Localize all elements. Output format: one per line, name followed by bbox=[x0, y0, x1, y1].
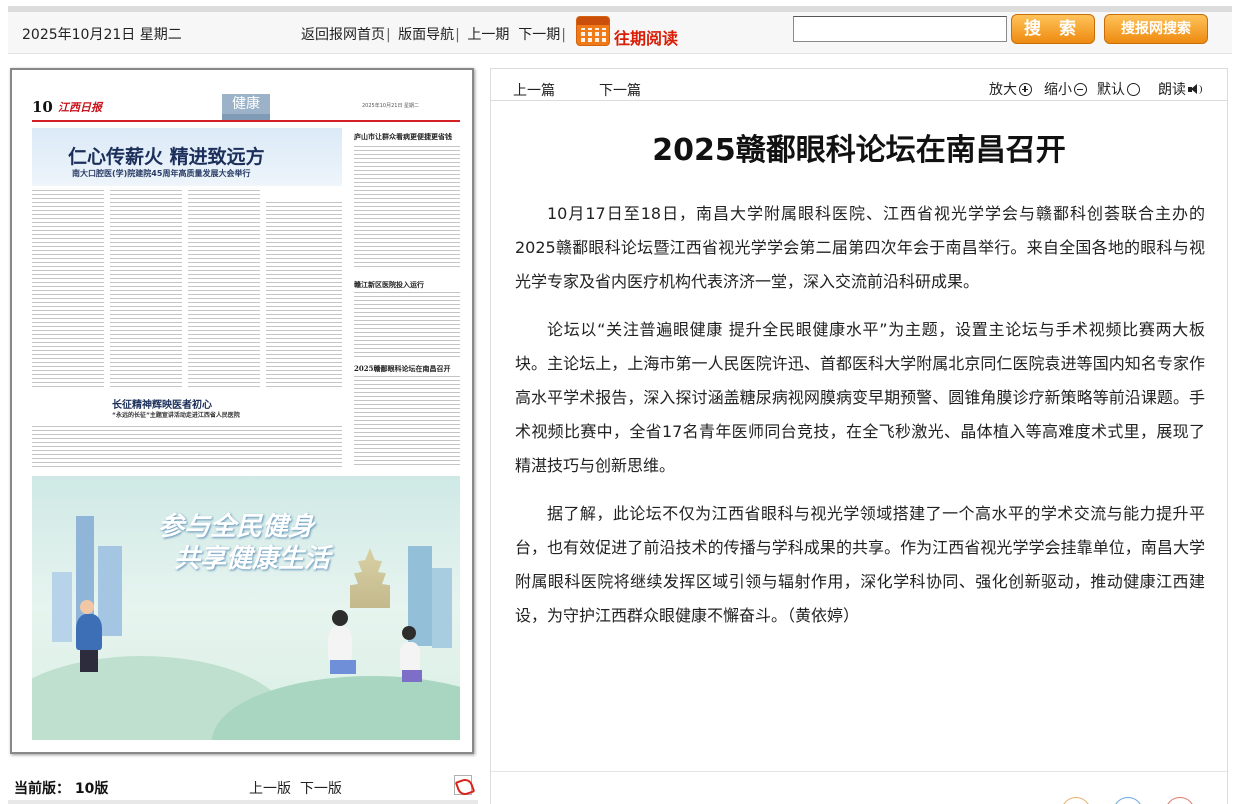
nav-separator: | bbox=[386, 27, 391, 43]
text-column bbox=[110, 190, 182, 390]
newspaper-page: 10 江西日报 健康 2025年10月21日 星期二 仁心传薪火 精进致远方 南… bbox=[32, 80, 460, 740]
pagoda-illustration bbox=[350, 548, 390, 608]
share-icon[interactable] bbox=[1113, 797, 1143, 804]
article-paragraph: 论坛以“关注普遍眼健康 提升全民眼健康水平”为主题，设置主论坛与手术视频比赛两大… bbox=[515, 320, 1205, 475]
circle-icon bbox=[1127, 83, 1140, 96]
zoom-in-label: 放大 bbox=[989, 82, 1017, 98]
default-size-button[interactable]: 默认 bbox=[1097, 79, 1140, 99]
site-search-button[interactable]: 搜报网搜索 bbox=[1104, 14, 1208, 44]
archive-link[interactable]: 往期阅读 bbox=[614, 25, 678, 49]
second-headline[interactable]: 长征精神辉映医者初心 bbox=[112, 396, 212, 411]
article-footer-rule bbox=[491, 771, 1227, 772]
lead-story-header[interactable]: 仁心传薪火 精进致远方 南大口腔医(学)院建院45周年高质量发展大会举行 bbox=[32, 128, 342, 186]
page-nav-link[interactable]: 版面导航 bbox=[398, 27, 454, 43]
prev-article-link[interactable]: 上一篇 bbox=[513, 80, 555, 100]
current-edition-label: 当前版： bbox=[14, 781, 70, 797]
text-column bbox=[354, 146, 460, 270]
section-label: 健康 bbox=[222, 94, 270, 120]
prev-issue-link[interactable]: 上一期 bbox=[467, 27, 509, 43]
ad-slogan-line-2: 共享健康生活 bbox=[174, 544, 331, 574]
newspaper-page-image[interactable]: 10 江西日报 健康 2025年10月21日 星期二 仁心传薪火 精进致远方 南… bbox=[10, 68, 474, 754]
speaker-icon bbox=[1188, 83, 1202, 96]
zoom-in-button[interactable]: 放大 bbox=[989, 79, 1032, 99]
calendar-icon[interactable] bbox=[576, 16, 610, 46]
side-headline[interactable]: 2025赣鄱眼科论坛在南昌召开 bbox=[354, 364, 450, 374]
plus-circle-icon bbox=[1019, 83, 1032, 96]
zoom-out-label: 缩小 bbox=[1044, 82, 1072, 98]
issue-nav: 返回报网首页| 版面导航| 上一期 下一期| bbox=[301, 24, 569, 44]
article-title: 2025赣鄱眼科论坛在南昌召开 bbox=[652, 133, 1066, 168]
bottom-rule bbox=[8, 800, 478, 804]
search-input[interactable] bbox=[793, 16, 1007, 42]
article-body: 10月17日至18日，南昌大学附属眼科医院、江西省视光学学会与赣鄱科创荟联合主办… bbox=[515, 197, 1205, 647]
second-subheadline: “永远的长征”主题宣讲活动走进江西省人民医院 bbox=[112, 412, 240, 419]
share-icon[interactable] bbox=[1165, 797, 1195, 804]
issue-date: 2025年10月21日 星期二 bbox=[22, 27, 182, 43]
article-paragraph: 据了解，此论坛不仅为江西省眼科与视光学领域搭建了一个高水平的学术交流与能力提升平… bbox=[515, 504, 1205, 625]
newspaper-logo: 江西日报 bbox=[58, 101, 102, 114]
read-aloud-button[interactable]: 朗读 bbox=[1158, 79, 1202, 99]
masthead-rule bbox=[32, 120, 460, 122]
article-panel: 上一篇 下一篇 放大 缩小 默认 朗读 2025赣鄱眼科论坛在南昌召开 10月1… bbox=[490, 68, 1228, 804]
edition-nav: 上一版 下一版 bbox=[249, 778, 342, 798]
side-headline[interactable]: 赣江新区医院投入运行 bbox=[354, 280, 424, 290]
current-edition: 当前版： 10版 bbox=[14, 778, 108, 798]
text-column bbox=[266, 202, 342, 390]
pdf-icon[interactable] bbox=[454, 775, 472, 795]
top-bar: 2025年10月21日 星期二 返回报网首页| 版面导航| 上一期 下一期| 往… bbox=[8, 12, 1232, 54]
lead-headline: 仁心传薪火 精进致远方 bbox=[68, 146, 265, 168]
article-toolbar: 上一篇 下一篇 放大 缩小 默认 朗读 bbox=[491, 69, 1227, 101]
text-column bbox=[32, 426, 342, 470]
home-link[interactable]: 返回报网首页 bbox=[301, 27, 385, 43]
current-edition-value: 10版 bbox=[74, 781, 109, 797]
next-article-link[interactable]: 下一篇 bbox=[599, 80, 641, 100]
read-aloud-label: 朗读 bbox=[1158, 82, 1186, 98]
share-icon[interactable] bbox=[1061, 797, 1091, 804]
section-name: 健康 bbox=[232, 96, 260, 112]
next-issue-link[interactable]: 下一期 bbox=[518, 27, 560, 43]
search-button[interactable]: 搜 索 bbox=[1011, 14, 1095, 44]
prev-edition-link[interactable]: 上一版 bbox=[249, 781, 291, 797]
nav-separator: | bbox=[561, 27, 566, 43]
minus-circle-icon bbox=[1074, 83, 1087, 96]
default-size-label: 默认 bbox=[1097, 82, 1125, 98]
page-number: 10 bbox=[32, 98, 53, 116]
next-edition-link[interactable]: 下一版 bbox=[300, 781, 342, 797]
article-paragraph: 10月17日至18日，南昌大学附属眼科医院、江西省视光学学会与赣鄱科创荟联合主办… bbox=[515, 204, 1205, 291]
text-column bbox=[188, 190, 260, 390]
page-date: 2025年10月21日 星期二 bbox=[362, 103, 420, 109]
text-column bbox=[354, 292, 460, 360]
text-column bbox=[354, 376, 460, 468]
lead-subheadline: 南大口腔医(学)院建院45周年高质量发展大会举行 bbox=[72, 169, 251, 178]
text-column bbox=[32, 190, 104, 390]
nav-separator: | bbox=[455, 27, 460, 43]
public-service-ad: 参与全民健身 共享健康生活 bbox=[32, 476, 460, 740]
zoom-out-button[interactable]: 缩小 bbox=[1044, 79, 1087, 99]
side-headline[interactable]: 庐山市让群众看病更便捷更省钱 bbox=[354, 132, 452, 142]
